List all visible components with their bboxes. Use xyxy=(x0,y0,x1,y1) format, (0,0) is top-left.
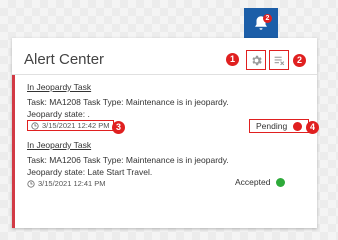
alert-timestamp: 3/15/2021 12:41 PM xyxy=(27,179,106,188)
notification-count-badge: 2 xyxy=(263,14,272,23)
status-label: Accepted xyxy=(235,177,271,187)
annotation-marker-4: 4 xyxy=(306,121,319,134)
status-dot xyxy=(276,177,286,187)
annotation-marker-2: 2 xyxy=(293,54,306,67)
alert-timestamp: 3/15/2021 12:42 PM xyxy=(27,120,114,131)
status-label: Pending xyxy=(256,121,288,131)
list-filter-icon xyxy=(274,56,284,65)
annotation-marker-1: 1 xyxy=(226,53,239,66)
status-indicator: Pending xyxy=(249,119,309,133)
alert-message-line: Task: MA1206 Task Type: Maintenance is i… xyxy=(27,155,229,165)
alert-link[interactable]: In Jeopardy Task xyxy=(27,140,91,150)
page-title: Alert Center xyxy=(24,51,105,68)
clock-icon xyxy=(31,121,39,130)
alert-item[interactable]: In Jeopardy Task Task: MA1206 Task Type:… xyxy=(12,139,317,228)
clear-filter-button[interactable] xyxy=(269,50,289,70)
alert-item[interactable]: In Jeopardy Task Task: MA1208 Task Type:… xyxy=(12,75,319,139)
alert-message: Task: MA1208 Task Type: Maintenance is i… xyxy=(27,96,277,120)
alert-message-line: Task: MA1208 Task Type: Maintenance is i… xyxy=(27,97,229,107)
status-dot xyxy=(293,121,302,131)
timestamp-text: 3/15/2021 12:41 PM xyxy=(38,179,106,188)
alert-state-line: Jeopardy state: . xyxy=(27,109,90,119)
clock-icon xyxy=(27,179,35,188)
status-indicator: Accepted xyxy=(235,177,286,187)
gear-icon xyxy=(251,55,262,65)
settings-button[interactable] xyxy=(246,50,266,70)
alert-link[interactable]: In Jeopardy Task xyxy=(27,82,91,92)
alert-center-panel: Alert Center 1 2 In Jeopardy Task Task: … xyxy=(12,38,319,228)
timestamp-text: 3/15/2021 12:42 PM xyxy=(42,121,110,130)
panel-header: Alert Center 1 2 xyxy=(12,38,317,75)
annotation-marker-3: 3 xyxy=(112,121,125,134)
notifications-tab[interactable]: 2 xyxy=(244,8,278,38)
alert-message: Task: MA1206 Task Type: Maintenance is i… xyxy=(27,154,277,178)
